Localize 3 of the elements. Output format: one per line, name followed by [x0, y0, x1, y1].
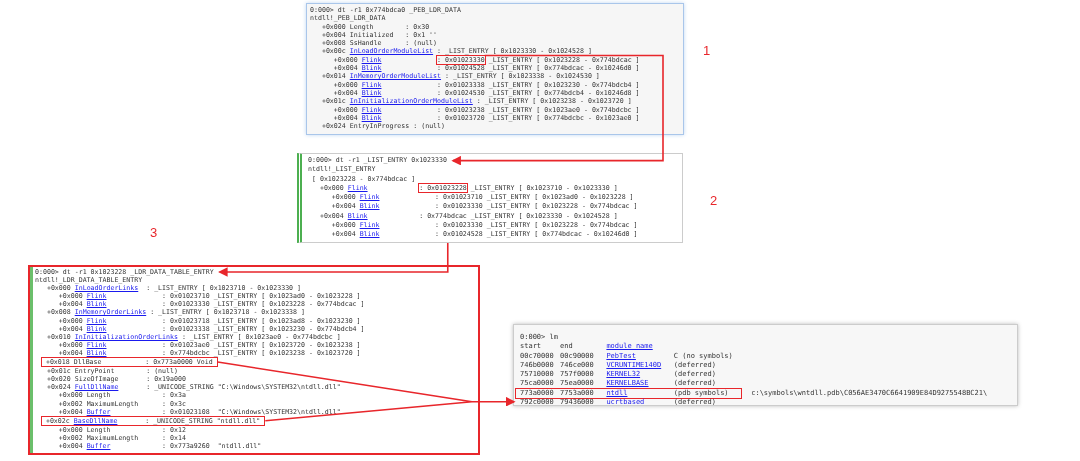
step-number: 1: [703, 44, 711, 57]
step-number: 3: [150, 226, 158, 239]
step-number: 2: [710, 194, 718, 207]
